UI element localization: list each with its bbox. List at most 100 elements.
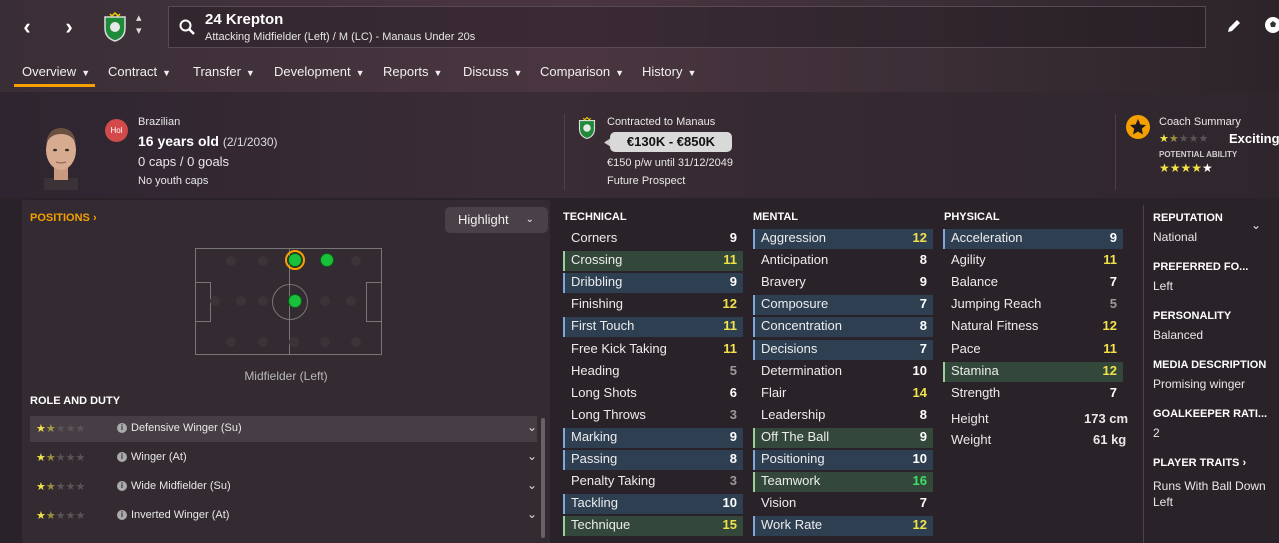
tab-overview[interactable]: Overview ▼ bbox=[22, 64, 90, 79]
attribute-row-technical[interactable]: Tackling 10 bbox=[563, 494, 743, 515]
preferred-foot-title: PREFERRED FO... bbox=[1153, 261, 1249, 273]
info-icon[interactable]: i bbox=[117, 423, 127, 433]
attribute-row-technical[interactable]: Dribbling 9 bbox=[563, 273, 743, 294]
position-dot-amc[interactable] bbox=[320, 253, 334, 267]
attribute-row-technical[interactable]: Long Shots 6 bbox=[563, 384, 743, 404]
player-face-image bbox=[44, 128, 78, 190]
tab-comparison[interactable]: Comparison ▼ bbox=[540, 64, 624, 79]
attribute-row-physical[interactable]: Stamina 12 bbox=[943, 361, 1123, 382]
roles-scrollbar[interactable] bbox=[541, 418, 545, 538]
role-row[interactable]: ★★★★★ i Inverted Winger (At) ⌄ bbox=[30, 503, 537, 529]
attribute-row-mental[interactable]: Aggression 12 bbox=[753, 229, 933, 249]
tab-development[interactable]: Development ▼ bbox=[274, 64, 365, 79]
nation-flag-icon[interactable]: Hol bbox=[105, 119, 128, 142]
attribute-value: 9 bbox=[729, 428, 737, 444]
attribute-value: 7 bbox=[919, 495, 927, 511]
player-search-box[interactable]: 24 Krepton Attacking Midfielder (Left) /… bbox=[168, 6, 1206, 48]
attribute-value: 8 bbox=[919, 318, 927, 334]
tab-discuss[interactable]: Discuss ▼ bbox=[463, 64, 522, 79]
attribute-row-technical[interactable]: Crossing 11 bbox=[563, 251, 743, 272]
attribute-value: 10 bbox=[722, 495, 737, 511]
attribute-row-mental[interactable]: Positioning 10 bbox=[753, 450, 933, 470]
attribute-row-mental[interactable]: Flair 14 bbox=[753, 384, 933, 404]
attribute-name: Passing bbox=[571, 451, 618, 466]
attribute-row-technical[interactable]: Finishing 12 bbox=[563, 295, 743, 315]
attribute-name: Strength bbox=[951, 384, 1001, 400]
attribute-name: Vision bbox=[761, 495, 797, 511]
attribute-row-physical[interactable]: Natural Fitness 12 bbox=[943, 317, 1123, 337]
attribute-row-mental[interactable]: Anticipation 8 bbox=[753, 251, 933, 271]
attribute-row-technical[interactable]: Penalty Taking 3 bbox=[563, 472, 743, 492]
attribute-name: Crossing bbox=[571, 252, 623, 268]
info-icon[interactable]: i bbox=[117, 452, 127, 462]
info-icon[interactable]: i bbox=[117, 510, 127, 520]
position-dot-mc[interactable] bbox=[288, 294, 302, 308]
attribute-name: Positioning bbox=[761, 451, 825, 466]
forward-arrow-icon[interactable]: › bbox=[55, 14, 83, 42]
attribute-row-technical[interactable]: Heading 5 bbox=[563, 362, 743, 382]
club-badge-icon[interactable] bbox=[103, 12, 127, 42]
attribute-row-technical[interactable]: Passing 8 bbox=[563, 450, 743, 470]
attribute-name: Determination bbox=[761, 362, 842, 378]
attribute-row-physical[interactable]: Acceleration 9 bbox=[943, 229, 1123, 249]
role-row[interactable]: ★★★★★ i Winger (At) ⌄ bbox=[30, 445, 537, 471]
pencil-icon[interactable] bbox=[1226, 18, 1242, 34]
position-dot-aml[interactable] bbox=[288, 253, 302, 267]
attribute-row-physical[interactable]: Balance 7 bbox=[943, 273, 1123, 293]
attribute-row-mental[interactable]: Bravery 9 bbox=[753, 273, 933, 293]
attribute-row-technical[interactable]: Long Throws 3 bbox=[563, 406, 743, 426]
attribute-row-physical[interactable]: Jumping Reach 5 bbox=[943, 295, 1123, 315]
role-row[interactable]: ★★★★★ i Wide Midfielder (Su) ⌄ bbox=[30, 474, 537, 500]
transfer-value-tag[interactable]: €130K - €850K bbox=[610, 132, 732, 152]
chevron-down-icon[interactable]: ⌄ bbox=[527, 507, 537, 521]
attribute-row-physical[interactable]: Pace 11 bbox=[943, 340, 1123, 360]
attribute-row-mental[interactable]: Off The Ball 9 bbox=[753, 427, 933, 448]
attribute-name: Penalty Taking bbox=[571, 473, 656, 489]
attribute-row-technical[interactable]: First Touch 11 bbox=[563, 317, 743, 338]
player-name: 24 Krepton bbox=[205, 11, 284, 28]
search-icon[interactable] bbox=[179, 19, 195, 35]
attribute-row-technical[interactable]: Free Kick Taking 11 bbox=[563, 340, 743, 360]
attribute-name: Balance bbox=[951, 274, 998, 290]
attribute-row-mental[interactable]: Composure 7 bbox=[753, 295, 933, 316]
positions-link[interactable]: POSITIONS › bbox=[30, 212, 97, 224]
attribute-row-technical[interactable]: Corners 9 bbox=[563, 229, 743, 249]
attribute-row-mental[interactable]: Vision 7 bbox=[753, 494, 933, 514]
attribute-row-physical[interactable]: Strength 7 bbox=[943, 384, 1123, 404]
attribute-row-technical[interactable]: Technique 15 bbox=[563, 516, 743, 537]
back-arrow-icon[interactable]: ‹ bbox=[13, 14, 41, 42]
attribute-name: Acceleration bbox=[951, 230, 1023, 245]
attribute-row-mental[interactable]: Decisions 7 bbox=[753, 339, 933, 360]
attribute-name: Anticipation bbox=[761, 252, 829, 268]
tab-contract[interactable]: Contract ▼ bbox=[108, 64, 171, 79]
chevron-down-icon[interactable]: ⌄ bbox=[527, 420, 537, 434]
date-of-birth: (2/1/2030) bbox=[222, 135, 278, 149]
attribute-row-mental[interactable]: Teamwork 16 bbox=[753, 472, 933, 493]
tab-reports[interactable]: Reports ▼ bbox=[383, 64, 442, 79]
chevron-down-icon[interactable]: ⌄ bbox=[527, 449, 537, 463]
highlight-dropdown[interactable]: Highlight ⌄ bbox=[445, 207, 548, 233]
attribute-name: Corners bbox=[571, 230, 618, 245]
attribute-row-technical[interactable]: Marking 9 bbox=[563, 427, 743, 448]
chevron-down-icon[interactable]: ⌄ bbox=[527, 478, 537, 492]
chevron-down-icon[interactable]: ⌄ bbox=[1251, 218, 1261, 232]
player-traits-link[interactable]: PLAYER TRAITS › bbox=[1153, 457, 1246, 469]
role-row[interactable]: ★★★★★ i Defensive Winger (Su) ⌄ bbox=[30, 416, 537, 442]
attribute-row-mental[interactable]: Determination 10 bbox=[753, 362, 933, 382]
tab-history[interactable]: History ▼ bbox=[642, 64, 696, 79]
football-icon[interactable] bbox=[1264, 16, 1279, 34]
prev-next-player-icon[interactable]: ▴ ▾ bbox=[136, 12, 142, 38]
club-badge-small-icon[interactable] bbox=[578, 116, 596, 140]
attribute-name: Leadership bbox=[761, 406, 826, 422]
attribute-value: 3 bbox=[729, 473, 737, 489]
attribute-name: Bravery bbox=[761, 274, 806, 290]
divider bbox=[1143, 205, 1144, 543]
attribute-value: 9 bbox=[1109, 230, 1117, 245]
attribute-row-mental[interactable]: Concentration 8 bbox=[753, 317, 933, 338]
tab-transfer[interactable]: Transfer ▼ bbox=[193, 64, 255, 79]
attribute-row-mental[interactable]: Leadership 8 bbox=[753, 406, 933, 426]
attribute-row-physical[interactable]: Agility 11 bbox=[943, 251, 1123, 271]
info-icon[interactable]: i bbox=[117, 481, 127, 491]
attribute-row-mental[interactable]: Work Rate 12 bbox=[753, 516, 933, 537]
attribute-name: Concentration bbox=[761, 318, 842, 334]
